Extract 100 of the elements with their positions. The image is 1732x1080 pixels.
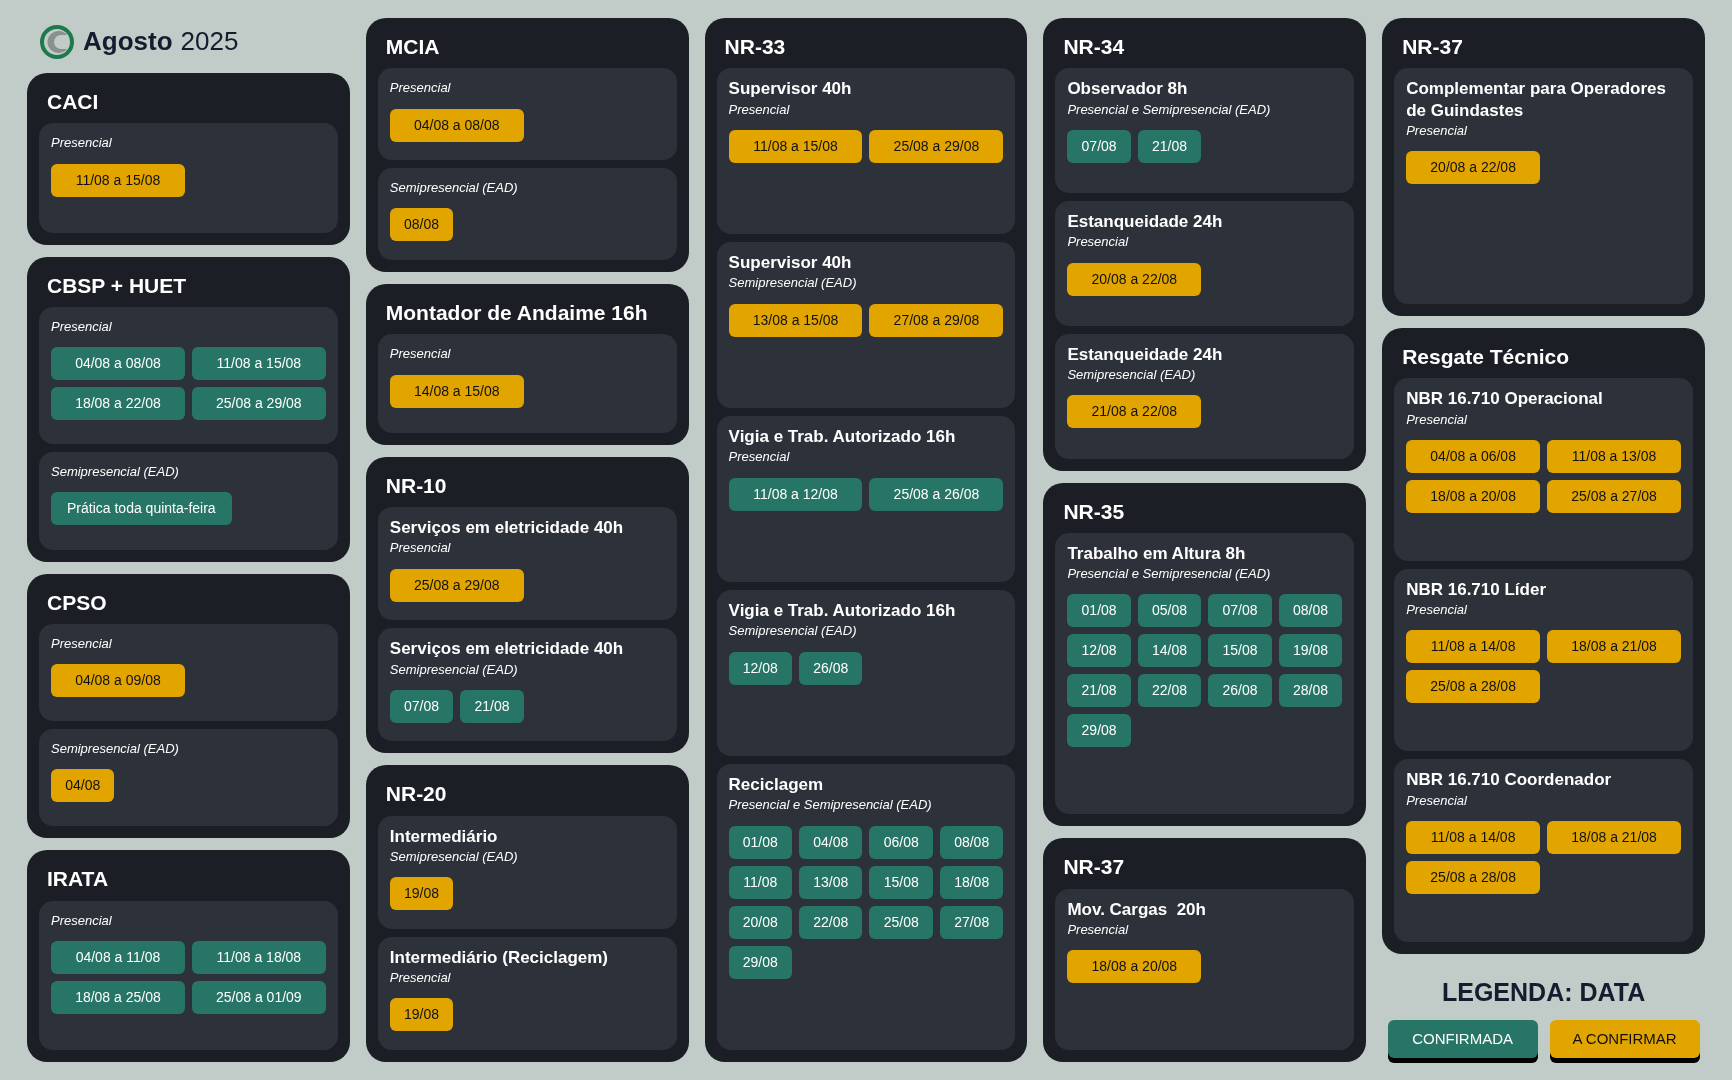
card-title: CBSP + HUET — [46, 272, 188, 299]
card-title: NR-37 — [1062, 854, 1126, 881]
modality-label: Presencial — [728, 101, 791, 118]
course-name: Estanqueidade 24h — [1067, 211, 1224, 233]
date-chip: 18/08 a 21/08 — [1547, 820, 1681, 854]
date-chip: 04/08 a 09/08 — [51, 664, 185, 697]
modality-label: Presencial — [1067, 921, 1130, 939]
date-chip: 21/08 — [1137, 129, 1202, 163]
card-title: Montador de Andaime 16h — [384, 300, 649, 327]
date-chip: 08/08 — [939, 825, 1004, 859]
modality-label: Semipresencial (EAD) — [389, 661, 519, 678]
date-chip: Prática toda quinta-feira — [51, 492, 232, 526]
course-name: Intermediário (Reciclagem) — [389, 946, 610, 969]
date-chip: 11/08 a 12/08 — [728, 477, 863, 511]
card-title: Resgate Técnico — [1401, 344, 1571, 371]
date-chip: 04/08 a 11/08 — [51, 940, 185, 974]
date-chip: 01/08 — [1067, 594, 1131, 628]
date-chip: 01/08 — [728, 825, 793, 859]
date-chip: 18/08 a 20/08 — [1067, 950, 1202, 984]
card-title: IRATA — [46, 866, 110, 893]
date-chip: 08/08 — [389, 208, 454, 242]
date-chip: 11/08 a 18/08 — [191, 940, 326, 974]
card-title: MCIA — [384, 34, 441, 60]
date-chip: 28/08 — [1278, 674, 1343, 708]
date-chip: 07/08 — [1208, 594, 1272, 628]
card-title: NR-10 — [384, 472, 448, 499]
date-chip: 18/08 a 20/08 — [1406, 479, 1541, 513]
modality-label: Presencial — [51, 912, 113, 929]
date-chip: 25/08 a 28/08 — [1406, 860, 1541, 894]
course-name: Supervisor 40h — [728, 78, 853, 100]
course-name: Complementar para Operadores de Guindastes — [1406, 78, 1667, 121]
course-name: Estanqueidade 24h — [1067, 343, 1224, 366]
course-name: Observador 8h — [1067, 78, 1189, 100]
date-chip: 13/08 a 15/08 — [728, 303, 863, 337]
modality-label: Presencial — [389, 346, 452, 363]
date-chip: 20/08 a 22/08 — [1406, 151, 1541, 184]
modality-label: Presencial — [389, 80, 452, 97]
course-name: NBR 16.710 Operacional — [1406, 388, 1604, 410]
year-title: 2025 — [180, 25, 239, 58]
date-chip: 08/08 — [1278, 594, 1343, 628]
course-name: Intermediário — [389, 825, 499, 847]
date-chip: 27/08 — [939, 905, 1004, 939]
modality-label: Semipresencial (EAD) — [1067, 367, 1197, 384]
date-chip: 11/08 a 14/08 — [1406, 630, 1541, 664]
date-chip: 11/08 — [728, 865, 793, 899]
card-title: CACI — [46, 89, 100, 115]
modality-label: Presencial — [389, 970, 452, 987]
modality-label: Semipresencial (EAD) — [389, 180, 519, 197]
modality-label: Presencial — [728, 449, 791, 466]
modality-label: Semipresencial (EAD) — [389, 848, 519, 866]
date-chip: 18/08 a 21/08 — [1547, 630, 1681, 664]
date-chip: 13/08 — [799, 865, 863, 899]
date-chip: 12/08 — [728, 651, 793, 685]
modality-label: Presencial e Semipresencial (EAD) — [728, 797, 933, 814]
date-chip: 20/08 a 22/08 — [1067, 262, 1202, 296]
modality-label: Presencial — [51, 318, 113, 336]
date-chip: 25/08 a 29/08 — [389, 568, 524, 602]
date-chip: 18/08 a 22/08 — [51, 387, 185, 421]
date-chip: 27/08 a 29/08 — [869, 303, 1004, 337]
modality-label: Presencial e Semipresencial (EAD) — [1067, 566, 1272, 583]
date-chip: 25/08 — [869, 905, 933, 939]
date-chip: 19/08 — [389, 877, 454, 911]
date-chip: 25/08 a 26/08 — [869, 477, 1004, 511]
course-name: Mov. Cargas 20h — [1067, 898, 1207, 920]
modality-label: Presencial — [1406, 602, 1468, 619]
date-chip: 04/08 a 06/08 — [1406, 439, 1541, 473]
modality-label: Semipresencial (EAD) — [728, 623, 858, 640]
date-chip: 29/08 — [728, 945, 793, 979]
date-chip: 18/08 — [939, 865, 1004, 899]
month-title: Agosto — [83, 25, 173, 58]
modality-label: Semipresencial (EAD) — [51, 741, 180, 758]
modality-label: Presencial — [1406, 792, 1468, 809]
date-chip: 21/08 — [1067, 674, 1131, 708]
date-chip: 19/08 — [389, 998, 454, 1032]
modality-label: Presencial — [389, 540, 452, 557]
date-chip: 21/08 — [460, 689, 524, 723]
course-name: Supervisor 40h — [728, 252, 853, 274]
date-chip: 11/08 a 13/08 — [1547, 439, 1681, 473]
course-name: Serviços em eletricidade 40h — [389, 638, 625, 660]
modality-label: Presencial — [1406, 411, 1468, 428]
modality-label: Presencial — [51, 135, 113, 152]
date-chip: 11/08 a 15/08 — [51, 163, 185, 197]
modality-label: Presencial — [1067, 234, 1130, 251]
date-chip: 06/08 — [869, 825, 933, 859]
date-chip: 15/08 — [1208, 634, 1272, 668]
modality-label: Semipresencial (EAD) — [51, 464, 180, 481]
course-name: Trabalho em Altura 8h — [1067, 542, 1247, 565]
date-chip: 26/08 — [1208, 674, 1272, 708]
date-chip: 04/08 a 08/08 — [389, 108, 524, 142]
date-chip: 22/08 — [799, 905, 863, 939]
date-chip: 21/08 a 22/08 — [1067, 395, 1202, 429]
date-chip: 15/08 — [869, 865, 933, 899]
date-chip: 22/08 — [1137, 674, 1202, 708]
course-name: Vigia e Trab. Autorizado 16h — [728, 600, 957, 622]
course-name: Reciclagem — [728, 774, 825, 796]
date-chip: 25/08 a 29/08 — [191, 387, 326, 421]
logo-icon — [39, 23, 75, 60]
date-chip: 07/08 — [389, 689, 454, 723]
date-chip: 11/08 a 15/08 — [191, 347, 326, 381]
date-chip: 12/08 — [1067, 634, 1131, 668]
